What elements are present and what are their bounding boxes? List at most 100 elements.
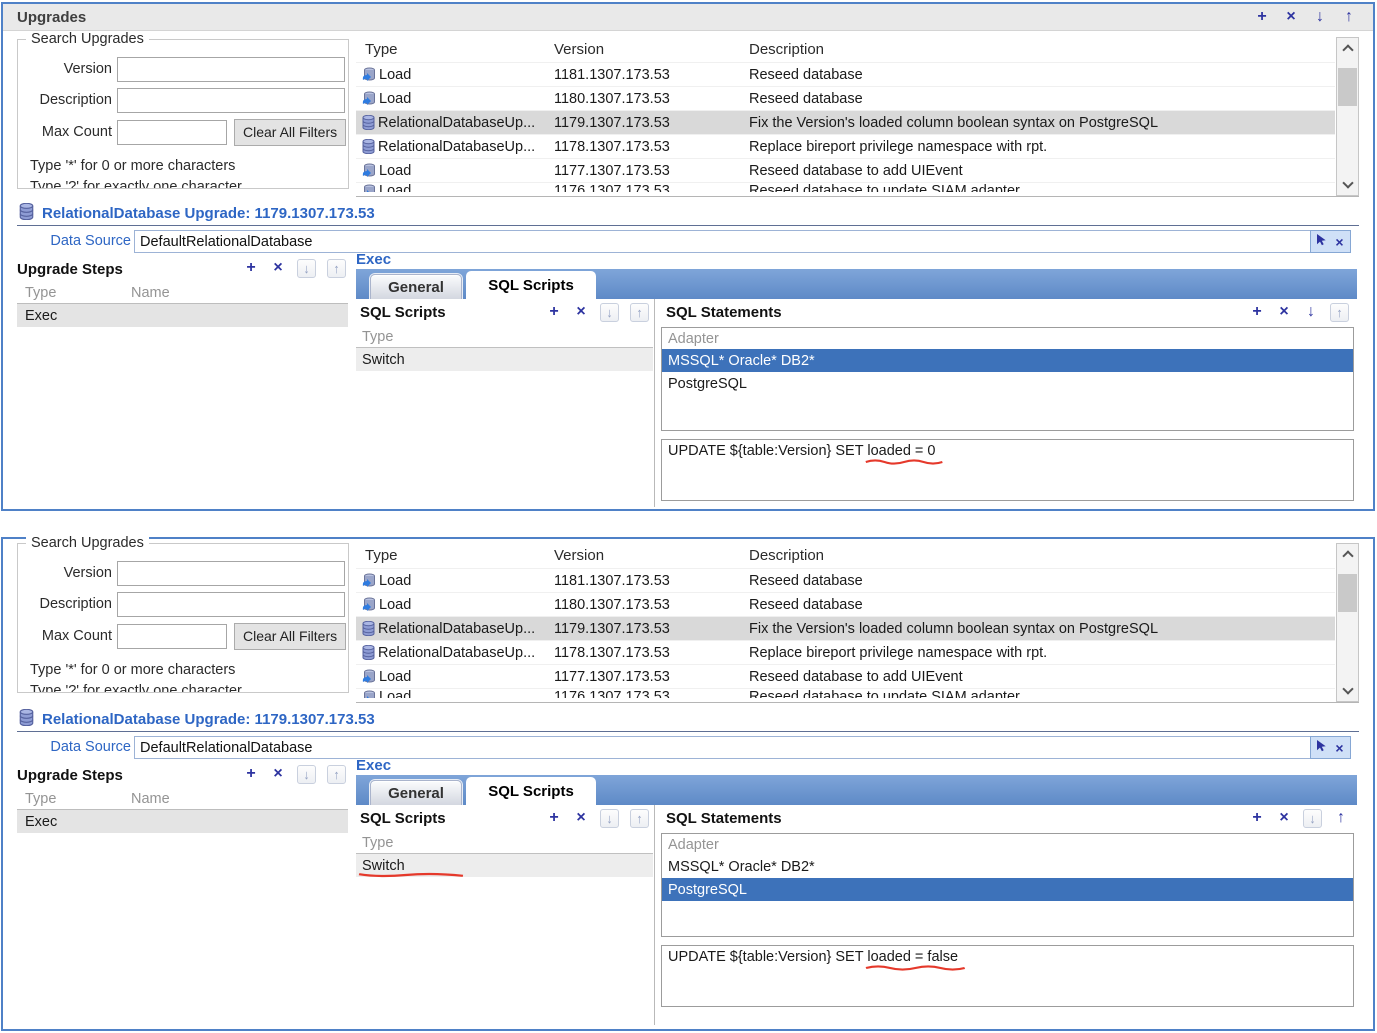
delete-script-icon[interactable]: × xyxy=(573,808,589,828)
table-row[interactable]: Load 1180.1307.173.53 Reseed database xyxy=(356,86,1335,110)
column-header-type[interactable]: Type xyxy=(356,547,554,564)
statement-move-up-icon[interactable]: ↑ xyxy=(1333,808,1349,828)
clear-all-filters-button[interactable]: Clear All Filters xyxy=(234,119,346,146)
table-row[interactable]: Load 1177.1307.173.53 Reseed database to… xyxy=(356,158,1335,182)
table-row[interactable]: Load 1181.1307.173.53 Reseed database xyxy=(356,62,1335,86)
sql-scripts-pane: SQL Scripts + × ↓ ↑ Type Switch xyxy=(356,805,653,1025)
delete-step-icon[interactable]: × xyxy=(270,258,286,278)
add-step-icon[interactable]: + xyxy=(243,764,259,784)
scrollbar-thumb[interactable] xyxy=(1338,574,1357,612)
statement-move-down-icon[interactable]: ↓ xyxy=(1303,809,1322,828)
script-move-down-icon[interactable]: ↓ xyxy=(600,809,619,828)
column-header-version[interactable]: Version xyxy=(554,547,749,564)
description-input[interactable] xyxy=(117,592,345,617)
exec-step-label: Exec xyxy=(356,757,391,774)
adapter-list: Adapter MSSQL* Oracle* DB2* PostgreSQL xyxy=(661,327,1354,431)
step-move-down-icon[interactable]: ↓ xyxy=(297,765,316,784)
table-row-clipped[interactable]: Load 1176.1307.173.53 Reseed database to… xyxy=(356,182,1335,192)
data-source-input[interactable] xyxy=(134,230,1316,253)
description-input[interactable] xyxy=(117,88,345,113)
max-count-input[interactable] xyxy=(117,624,227,649)
step-move-up-icon[interactable]: ↑ xyxy=(327,765,346,784)
tab-general[interactable]: General xyxy=(370,780,462,805)
scroll-down-icon[interactable] xyxy=(1337,176,1358,194)
step-move-down-icon[interactable]: ↓ xyxy=(297,259,316,278)
pane-divider xyxy=(654,805,655,1025)
clear-icon[interactable]: × xyxy=(1333,738,1346,758)
step-row-exec[interactable]: Exec xyxy=(17,304,348,327)
script-move-up-icon[interactable]: ↑ xyxy=(630,303,649,322)
delete-statement-icon[interactable]: × xyxy=(1276,808,1292,828)
steps-column-type: Type xyxy=(17,285,131,301)
sql-statements-pane: SQL Statements + × ↓ ↑ Adapter MSSQL* Or… xyxy=(658,299,1357,507)
table-row-clipped[interactable]: Load 1176.1307.173.53 Reseed database to… xyxy=(356,688,1335,698)
move-up-icon[interactable]: ↑ xyxy=(1341,7,1357,27)
error-underline xyxy=(865,964,966,972)
pick-cursor-icon[interactable] xyxy=(1315,739,1328,757)
upgrade-steps-panel: Upgrade Steps + × ↓ ↑ Type Name Exec xyxy=(17,763,348,1025)
version-input[interactable] xyxy=(117,57,345,82)
data-source-actions: × xyxy=(1310,230,1351,253)
tab-general[interactable]: General xyxy=(370,274,462,299)
data-source-input[interactable] xyxy=(134,736,1316,759)
titlebar-toolbar: + × ↓ ↑ xyxy=(1254,7,1357,27)
step-row-exec[interactable]: Exec xyxy=(17,810,348,833)
sql-statement-editor[interactable]: UPDATE ${table:Version} SET loaded = fal… xyxy=(661,945,1354,1007)
delete-statement-icon[interactable]: × xyxy=(1276,302,1292,322)
table-scrollbar[interactable] xyxy=(1336,37,1359,196)
table-scrollbar[interactable] xyxy=(1336,543,1359,702)
table-row[interactable]: RelationalDatabaseUp... 1178.1307.173.53… xyxy=(356,640,1335,664)
statement-move-up-icon[interactable]: ↑ xyxy=(1330,303,1349,322)
clear-all-filters-button[interactable]: Clear All Filters xyxy=(234,623,346,650)
statement-move-down-icon[interactable]: ↓ xyxy=(1303,302,1319,322)
database-icon xyxy=(362,115,375,130)
table-row[interactable]: Load 1181.1307.173.53 Reseed database xyxy=(356,568,1335,592)
tab-sql-scripts[interactable]: SQL Scripts xyxy=(466,777,596,805)
tab-sql-scripts[interactable]: SQL Scripts xyxy=(466,271,596,299)
clear-icon[interactable]: × xyxy=(1333,232,1346,252)
script-row-switch[interactable]: Switch xyxy=(356,854,653,877)
panel-body: Search Upgrades Version Description Max … xyxy=(3,31,1373,509)
sql-statement-editor[interactable]: UPDATE ${table:Version} SET loaded = 0 xyxy=(661,439,1354,501)
move-down-icon[interactable]: ↓ xyxy=(1312,7,1328,27)
delete-step-icon[interactable]: × xyxy=(270,764,286,784)
scroll-up-icon[interactable] xyxy=(1337,545,1358,563)
script-move-up-icon[interactable]: ↑ xyxy=(630,809,649,828)
delete-icon[interactable]: × xyxy=(1283,7,1299,27)
adapter-row-postgresql-selected[interactable]: PostgreSQL xyxy=(662,878,1353,901)
max-count-input[interactable] xyxy=(117,120,227,145)
add-statement-icon[interactable]: + xyxy=(1249,302,1265,322)
adapter-row-mssql[interactable]: MSSQL* Oracle* DB2* xyxy=(662,855,1353,878)
scrollbar-thumb[interactable] xyxy=(1338,68,1357,106)
add-script-icon[interactable]: + xyxy=(546,808,562,828)
delete-script-icon[interactable]: × xyxy=(573,302,589,322)
pick-cursor-icon[interactable] xyxy=(1315,233,1328,251)
column-header-type[interactable]: Type xyxy=(356,41,554,58)
column-header-version[interactable]: Version xyxy=(554,41,749,58)
script-row-switch[interactable]: Switch xyxy=(356,348,653,371)
table-row-selected[interactable]: RelationalDatabaseUp... 1179.1307.173.53… xyxy=(356,616,1335,640)
database-icon xyxy=(19,203,34,224)
add-statement-icon[interactable]: + xyxy=(1249,808,1265,828)
table-row-selected[interactable]: RelationalDatabaseUp... 1179.1307.173.53… xyxy=(356,110,1335,134)
scroll-down-icon[interactable] xyxy=(1337,682,1358,700)
table-row[interactable]: RelationalDatabaseUp... 1178.1307.173.53… xyxy=(356,134,1335,158)
column-header-description[interactable]: Description xyxy=(749,547,1335,564)
script-move-down-icon[interactable]: ↓ xyxy=(600,303,619,322)
upgrades-titlebar: Upgrades + × ↓ ↑ xyxy=(3,4,1373,31)
add-script-icon[interactable]: + xyxy=(546,302,562,322)
upgrade-steps-title: Upgrade Steps xyxy=(17,767,123,784)
add-icon[interactable]: + xyxy=(1254,7,1270,27)
table-row[interactable]: Load 1177.1307.173.53 Reseed database to… xyxy=(356,664,1335,688)
table-row[interactable]: Load 1180.1307.173.53 Reseed database xyxy=(356,592,1335,616)
upgrades-table: Type Version Description Load 1181.1307.… xyxy=(356,543,1359,703)
adapter-row-postgresql[interactable]: PostgreSQL xyxy=(662,372,1353,395)
version-input[interactable] xyxy=(117,561,345,586)
search-upgrades-group: Search Upgrades Version Description Max … xyxy=(17,39,349,189)
step-move-up-icon[interactable]: ↑ xyxy=(327,259,346,278)
column-header-description[interactable]: Description xyxy=(749,41,1335,58)
wildcard-hint-star: Type '*' for 0 or more characters xyxy=(30,158,235,174)
scroll-up-icon[interactable] xyxy=(1337,39,1358,57)
adapter-row-mssql-selected[interactable]: MSSQL* Oracle* DB2* xyxy=(662,349,1353,372)
add-step-icon[interactable]: + xyxy=(243,258,259,278)
